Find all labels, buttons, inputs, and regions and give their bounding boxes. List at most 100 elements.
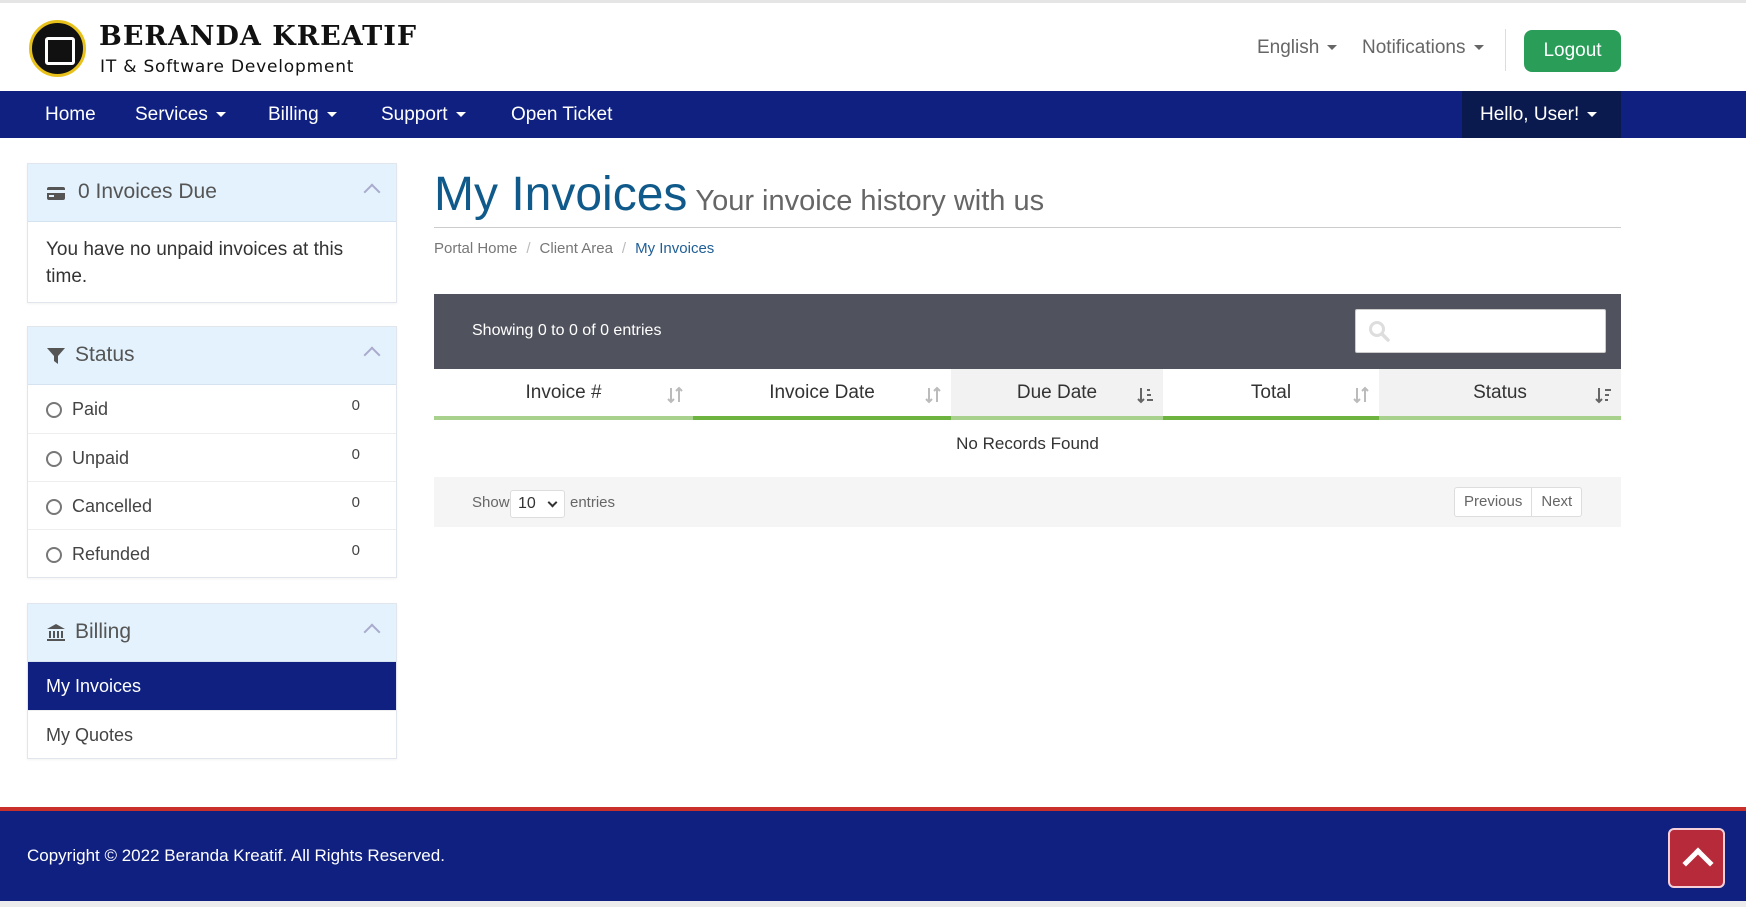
filter-icon: [47, 348, 65, 364]
sidebar-item-my-quotes[interactable]: My Quotes: [28, 710, 396, 758]
site-header: BERANDA KREATIF IT & Software Developmen…: [0, 3, 1746, 91]
radio-icon[interactable]: [46, 547, 62, 563]
status-panel-header[interactable]: Status: [28, 327, 396, 385]
billing-panel: Billing My Invoices My Quotes: [27, 603, 397, 759]
bank-icon: [47, 624, 65, 641]
breadcrumb: Portal Home / Client Area / My Invoices: [434, 240, 714, 257]
billing-panel-header[interactable]: Billing: [28, 604, 396, 662]
chevron-up-icon[interactable]: [363, 183, 381, 201]
page-length-select[interactable]: 10: [510, 490, 565, 518]
previous-button[interactable]: Previous: [1455, 488, 1531, 516]
status-filter-label: Unpaid: [72, 448, 130, 468]
notifications-dropdown[interactable]: Notifications: [1362, 37, 1484, 59]
sidebar-item-my-invoices[interactable]: My Invoices: [28, 662, 396, 710]
invoices-due-panel: 0 Invoices Due You have no unpaid invoic…: [27, 163, 397, 303]
chevron-up-icon[interactable]: [363, 346, 381, 364]
show-label: Show: [472, 494, 510, 511]
brand-logo[interactable]: BERANDA KREATIF IT & Software Developmen…: [29, 17, 429, 79]
column-underline: [693, 416, 951, 420]
logo-emblem-icon: [29, 20, 86, 77]
main-navbar: Home Services Billing Support Open Ticke…: [0, 91, 1746, 138]
status-filter-list: Paid 0 Unpaid 0 Cancelled 0 Refunded 0: [28, 385, 396, 577]
copyright-text: Copyright © 2022 Beranda Kreatif. All Ri…: [27, 846, 445, 865]
sort-ascending-icon: [1137, 388, 1153, 404]
invoices-due-panel-header[interactable]: 0 Invoices Due: [28, 164, 396, 222]
radio-icon[interactable]: [46, 451, 62, 467]
nav-home-label: Home: [45, 104, 96, 125]
caret-down-icon: [326, 112, 337, 118]
status-filter-count: 0: [351, 397, 360, 414]
nav-support[interactable]: Support: [381, 91, 466, 138]
breadcrumb-current: My Invoices: [635, 240, 715, 257]
sort-icon: [667, 386, 683, 404]
caret-down-icon: [1327, 45, 1338, 51]
user-menu-dropdown[interactable]: Hello, User!: [1462, 91, 1621, 138]
status-filter-count: 0: [351, 494, 360, 511]
sort-icon: [925, 386, 941, 404]
sort-descending-icon: [1595, 388, 1611, 404]
status-filter-label: Refunded: [72, 544, 151, 564]
table-toolbar: Showing 0 to 0 of 0 entries: [434, 294, 1621, 369]
column-header-invoice-number[interactable]: Invoice #: [434, 369, 693, 420]
status-filter-paid[interactable]: Paid 0: [28, 385, 396, 433]
nav-billing[interactable]: Billing: [268, 91, 337, 138]
header-divider: [1505, 29, 1506, 71]
language-dropdown[interactable]: English: [1257, 37, 1338, 59]
invoices-due-title: 0 Invoices Due: [78, 180, 217, 203]
column-header-label: Status: [1473, 382, 1527, 403]
column-underline: [951, 416, 1163, 420]
nav-open-ticket[interactable]: Open Ticket: [511, 91, 612, 138]
nav-services[interactable]: Services: [135, 91, 226, 138]
breadcrumb-separator: /: [621, 240, 627, 257]
table-empty-message: No Records Found: [956, 434, 1099, 453]
status-filter-label: Cancelled: [72, 496, 153, 516]
table-info: Showing 0 to 0 of 0 entries: [472, 322, 662, 339]
column-header-label: Invoice Date: [769, 382, 875, 403]
credit-card-icon: [47, 187, 65, 200]
status-filter-count: 0: [351, 542, 360, 559]
radio-icon[interactable]: [46, 402, 62, 418]
status-filter-label: Paid: [72, 399, 109, 419]
table-search-input[interactable]: [1355, 309, 1606, 353]
nav-support-label: Support: [381, 104, 448, 125]
column-header-label: Total: [1250, 382, 1292, 403]
notifications-label: Notifications: [1362, 37, 1466, 58]
title-divider: [434, 227, 1621, 228]
column-header-label: Invoice #: [525, 382, 602, 403]
radio-icon[interactable]: [46, 499, 62, 515]
caret-down-icon: [1587, 112, 1598, 118]
caret-down-icon: [215, 112, 226, 118]
back-to-top-button[interactable]: [1668, 828, 1725, 888]
billing-title: Billing: [75, 620, 132, 643]
entries-label: entries: [570, 494, 616, 511]
nav-home[interactable]: Home: [45, 91, 96, 138]
nav-billing-label: Billing: [268, 104, 319, 125]
status-filter-refunded[interactable]: Refunded 0: [28, 529, 396, 577]
chevron-up-icon[interactable]: [363, 623, 381, 641]
breadcrumb-client-area[interactable]: Client Area: [540, 240, 613, 257]
column-underline: [1379, 416, 1621, 420]
column-underline: [434, 416, 693, 420]
caret-down-icon: [455, 112, 466, 118]
status-title: Status: [75, 343, 135, 366]
breadcrumb-separator: /: [526, 240, 531, 257]
column-header-invoice-date[interactable]: Invoice Date: [693, 369, 951, 420]
next-button[interactable]: Next: [1531, 488, 1581, 516]
brand-title: BERANDA KREATIF: [99, 21, 418, 52]
column-header-total[interactable]: Total: [1163, 369, 1379, 420]
brand-subtitle: IT & Software Development: [100, 57, 355, 77]
chevron-down-icon: [547, 497, 558, 508]
page-heading: My Invoices: [434, 168, 688, 221]
column-header-due-date[interactable]: Due Date: [951, 369, 1163, 420]
bottom-strip: [0, 901, 1746, 907]
breadcrumb-portal-home[interactable]: Portal Home: [434, 240, 517, 257]
status-panel: Status Paid 0 Unpaid 0 Cancelled 0 Refun…: [27, 326, 397, 578]
status-filter-unpaid[interactable]: Unpaid 0: [28, 433, 396, 481]
logout-button[interactable]: Logout: [1524, 30, 1621, 72]
column-underline: [1163, 416, 1379, 420]
column-header-status[interactable]: Status: [1379, 369, 1621, 420]
caret-down-icon: [1473, 45, 1484, 51]
user-greeting: Hello, User!: [1480, 104, 1580, 125]
status-filter-cancelled[interactable]: Cancelled 0: [28, 481, 396, 529]
status-filter-count: 0: [351, 446, 360, 463]
